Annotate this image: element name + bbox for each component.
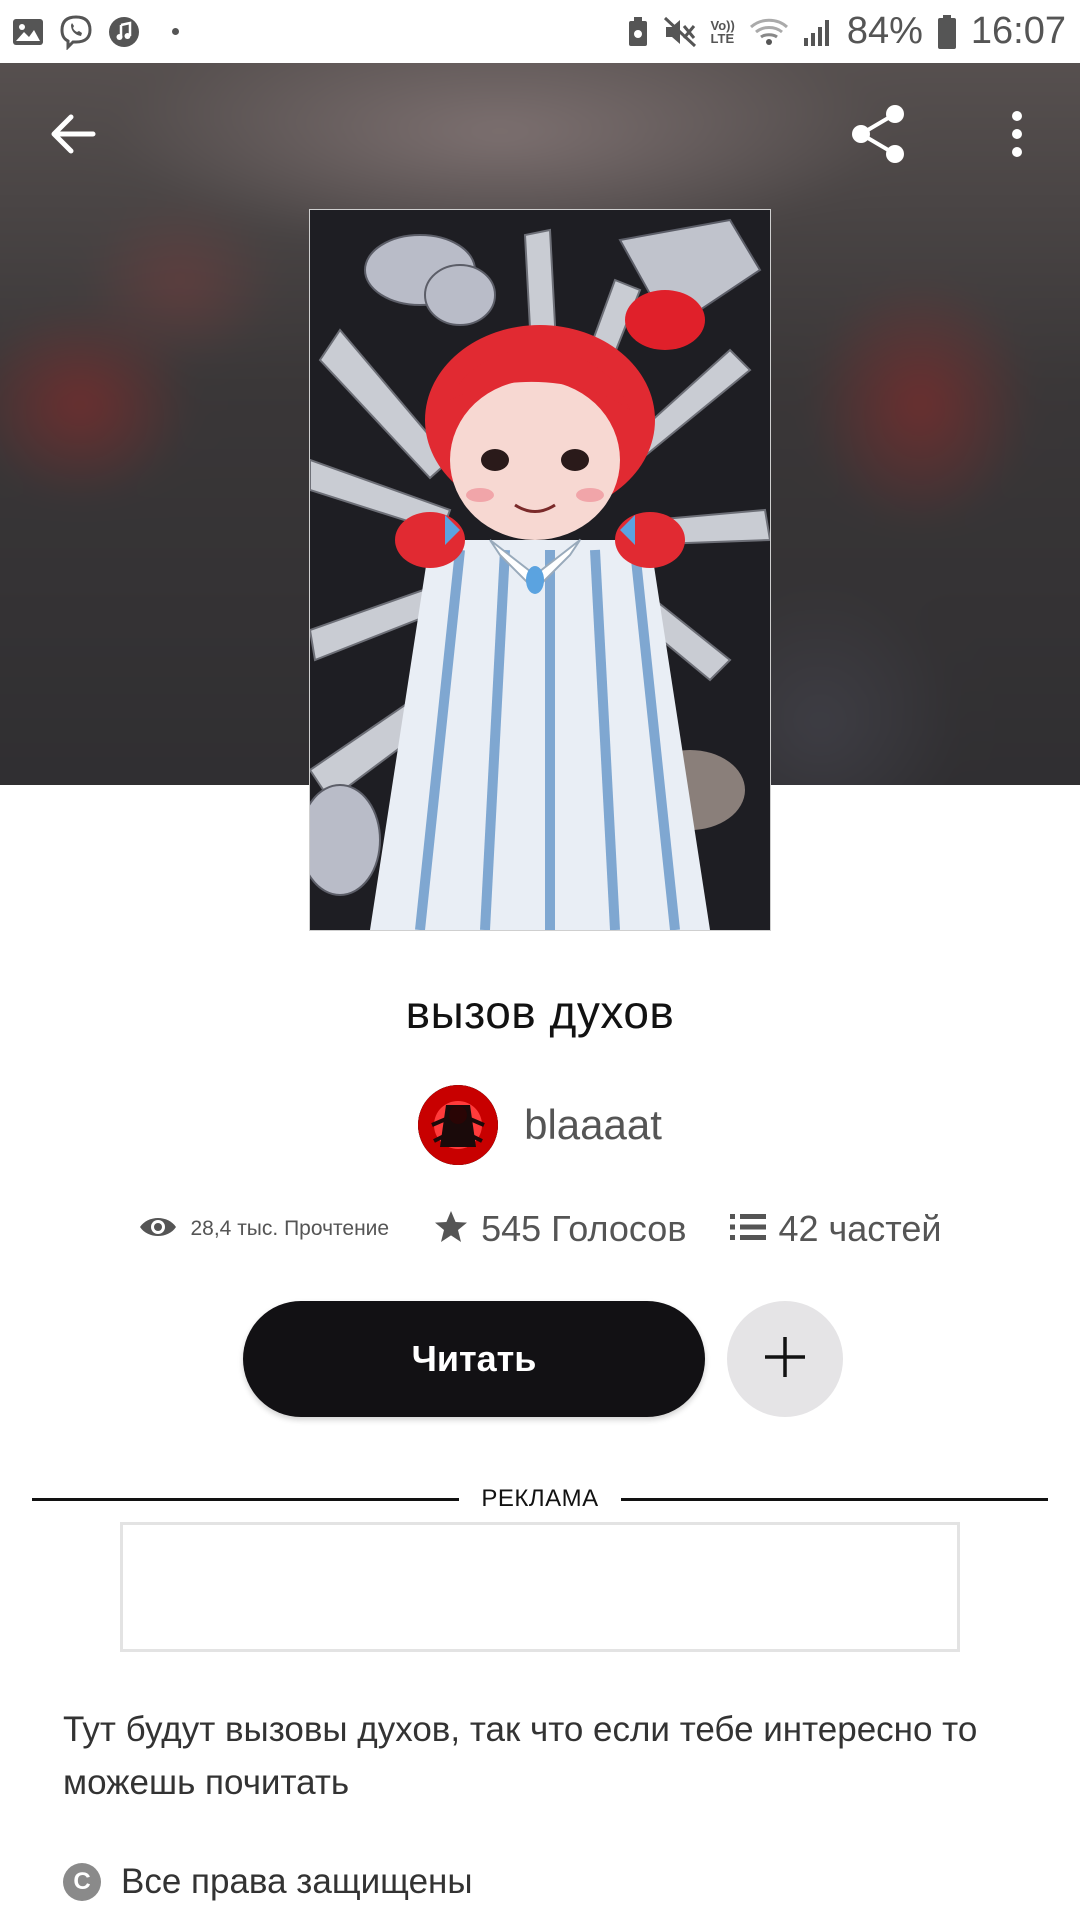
- author-avatar[interactable]: [418, 1085, 499, 1165]
- star-icon: [433, 1209, 469, 1250]
- back-arrow-icon: [49, 112, 97, 161]
- add-to-library-button[interactable]: [727, 1301, 843, 1417]
- signal-icon: [803, 16, 833, 48]
- status-bar-left: [12, 14, 179, 50]
- ad-banner[interactable]: [120, 1522, 960, 1652]
- lte-label: LTE: [710, 30, 735, 46]
- battery-percent: 84%: [846, 10, 923, 52]
- reads-count: 28,4 тыс. Прочтение: [190, 1217, 390, 1240]
- story-stats: 28,4 тыс. Прочтение 545 Голосов 42 часте…: [0, 1208, 1080, 1250]
- parts-count[interactable]: 42 частей: [778, 1208, 941, 1250]
- music-icon: [108, 16, 140, 48]
- story-description: Тут будут вызовы духов, так что если теб…: [63, 1710, 978, 1802]
- votes-count: 545 Голосов: [481, 1208, 687, 1249]
- battery-icon: [937, 14, 957, 50]
- mute-icon: [663, 16, 697, 48]
- nfc-icon: [627, 16, 649, 48]
- share-button[interactable]: [834, 91, 924, 181]
- eye-icon: [138, 1213, 178, 1246]
- status-bar: Vo)) LTE 84% 16:07: [0, 0, 1080, 63]
- avatar-image: [418, 1085, 499, 1165]
- author-name[interactable]: blaaaat: [524, 1101, 662, 1149]
- plus-icon: [763, 1335, 807, 1384]
- ad-label: РЕКЛАМА: [481, 1485, 599, 1512]
- dot-icon: [172, 28, 179, 35]
- divider-line-left: [32, 1497, 460, 1501]
- copyright-row: C Все права защищены: [63, 1862, 473, 1902]
- story-title: вызов духов: [405, 986, 675, 1038]
- more-options-button[interactable]: [972, 91, 1062, 181]
- gallery-icon: [12, 17, 44, 47]
- share-icon: [847, 102, 911, 171]
- cover-illustration: [310, 210, 770, 930]
- copyright-text: Все права защищены: [121, 1862, 473, 1901]
- wifi-icon: [749, 16, 789, 48]
- votes-stat: 545 Голосов: [433, 1208, 686, 1250]
- parts-stat[interactable]: 42 частей: [730, 1208, 942, 1250]
- status-bar-right: Vo)) LTE 84% 16:07: [627, 10, 1066, 53]
- story-cover-image[interactable]: [309, 209, 771, 931]
- story-actions: Читать: [0, 1301, 1080, 1417]
- clock: 16:07: [970, 10, 1066, 52]
- more-vert-icon: [1009, 110, 1025, 163]
- viber-icon: [58, 14, 94, 50]
- ad-divider: РЕКЛАМА: [32, 1484, 1049, 1514]
- reads-stat: 28,4 тыс. Прочтение: [138, 1213, 389, 1246]
- read-button[interactable]: Читать: [243, 1301, 705, 1417]
- list-icon: [730, 1212, 767, 1247]
- back-button[interactable]: [28, 91, 118, 181]
- divider-line-right: [620, 1497, 1049, 1501]
- volte-icon: Vo)) LTE: [711, 19, 735, 45]
- author-row[interactable]: blaaaat: [0, 1085, 1080, 1165]
- copyright-icon: C: [63, 1863, 101, 1901]
